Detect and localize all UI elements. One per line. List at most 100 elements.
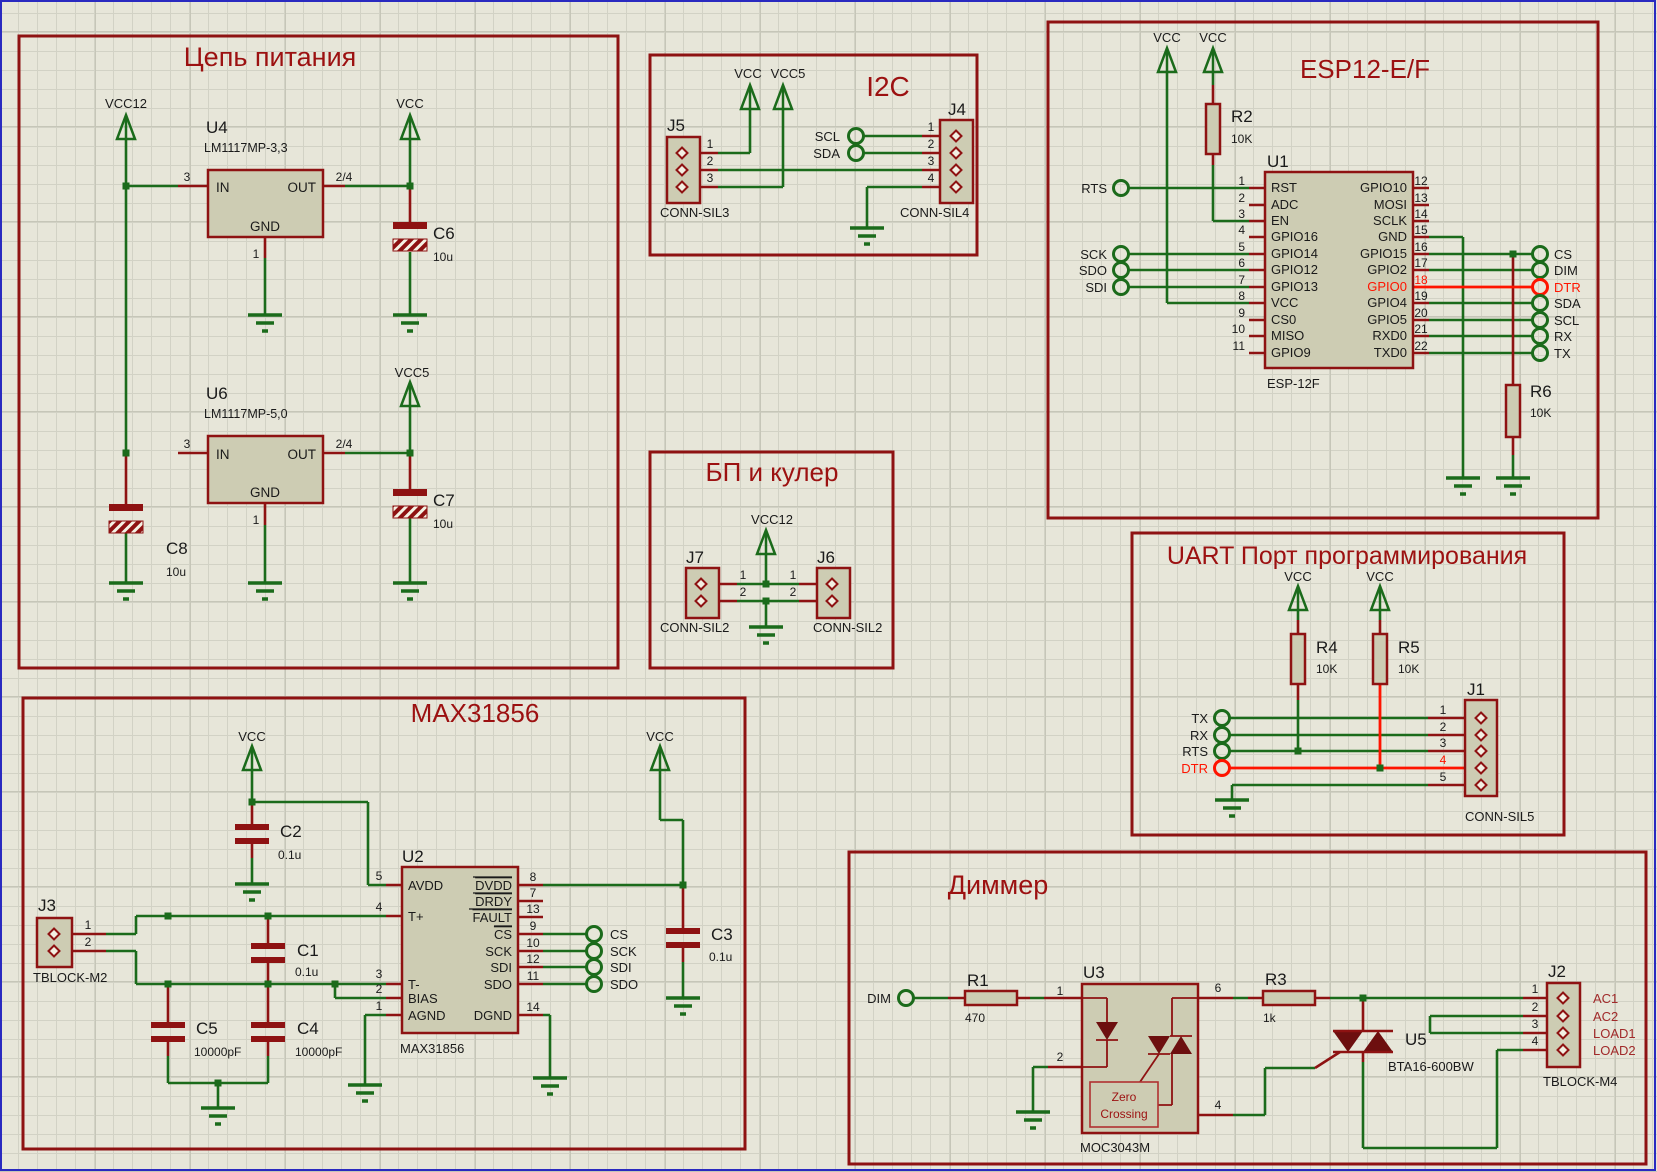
ground-icon[interactable] [391,581,429,601]
vcc-power-arrow-icon[interactable] [399,113,421,141]
ground-icon[interactable] [1494,476,1532,496]
r2-resistor[interactable] [1204,102,1222,156]
r1-resistor[interactable] [963,989,1019,1007]
power-u4-pin1: 1 [253,247,260,261]
junction [214,1079,222,1087]
vcc-power-arrow-icon[interactable] [1156,46,1178,74]
max31856-u2-avdd: AVDD [408,878,443,893]
ground-icon[interactable] [664,996,702,1016]
power-frame [17,34,620,670]
rts-terminal[interactable] [1112,179,1130,197]
i2c-j5-ref: J5 [667,116,685,135]
dtr-terminal[interactable] [1531,278,1549,296]
max31856-u2-bias: BIAS [408,991,438,1006]
cs-terminal[interactable] [1531,245,1549,263]
sdo-terminal[interactable] [585,975,603,993]
ground-icon[interactable] [747,625,785,645]
i2c-wires-green[interactable] [718,109,922,228]
sdi-terminal[interactable] [1112,278,1130,296]
j7-connector[interactable] [684,566,721,620]
esp-u1-miso: MISO [1271,328,1304,343]
c4-capacitor[interactable] [251,1022,285,1042]
vcc-power-arrow-icon[interactable] [241,744,263,772]
max-wires-green[interactable] [106,770,685,1108]
max-frame [21,696,747,1151]
vcc12-power-arrow-icon[interactable] [755,528,777,556]
esp-u1-pn6: 6 [1238,256,1245,270]
scl-terminal[interactable] [1531,311,1549,329]
c6-capacitor[interactable] [392,222,428,252]
dim-terminal[interactable] [1531,261,1549,279]
i2c-j5-pin2: 2 [707,154,714,168]
c8-capacitor[interactable] [108,504,144,534]
ground-icon[interactable] [107,581,145,601]
max31856-title: MAX31856 [411,698,540,728]
dtr-terminal[interactable] [1213,759,1231,777]
c1-capacitor[interactable] [251,943,285,963]
vcc12-power-arrow-icon[interactable] [115,113,137,141]
sdo-terminal[interactable] [1112,261,1130,279]
r5-resistor[interactable] [1371,632,1389,686]
max31856-c1-ref: C1 [297,941,319,960]
esp-block [1046,20,1600,520]
tx-terminal[interactable] [1213,709,1231,727]
r4-resistor[interactable] [1289,632,1307,686]
i2c-j4-pin1: 1 [928,120,935,134]
vcc5-power-arrow-icon[interactable] [772,83,794,111]
sda-terminal[interactable] [847,144,865,162]
cs-terminal[interactable] [585,925,603,943]
ground-icon[interactable] [246,313,284,333]
c3-capacitor[interactable] [666,928,700,948]
dimmer-u3-pn4: 4 [1215,1098,1222,1112]
ground-icon[interactable] [233,882,271,902]
ground-icon[interactable] [1014,1110,1052,1130]
uart-j1-ref: J1 [1467,680,1485,699]
tx-terminal[interactable] [1531,344,1549,362]
ground-icon[interactable] [848,226,886,246]
ground-icon[interactable] [1444,476,1482,496]
power-block [17,34,620,670]
dimmer-j2-pn2: 2 [1532,1000,1539,1014]
vcc-power-arrow-icon[interactable] [739,83,761,111]
rx-terminal[interactable] [1213,726,1231,744]
sck-terminal[interactable] [1112,245,1130,263]
vcc-power-arrow-icon[interactable] [649,744,671,772]
i2c-j5-pin1: 1 [707,137,714,151]
scl-terminal[interactable] [847,127,865,145]
dimmer-zc-line1: Zero [1112,1090,1137,1104]
vcc-power-arrow-icon[interactable] [1202,46,1224,74]
sda-terminal[interactable] [1531,294,1549,312]
max31856-u2-pn5: 5 [376,869,383,883]
uart-dtr-net[interactable] [1230,684,1465,770]
max-wires-red[interactable] [72,802,685,1056]
rx-terminal[interactable] [1531,327,1549,345]
sck-terminal[interactable] [585,942,603,960]
sdi-terminal[interactable] [585,958,603,976]
max31856-u2-ref: U2 [402,847,424,866]
vcc-power-arrow-icon[interactable] [1287,584,1309,612]
c2-capacitor[interactable] [235,824,269,844]
r6-resistor[interactable] [1504,383,1522,439]
u5-triac[interactable] [1333,1029,1393,1054]
dim-terminal[interactable] [897,989,915,1007]
c5-capacitor[interactable] [151,1022,185,1042]
esp-title: ESP12-E/F [1300,54,1430,84]
vcc-power-arrow-icon[interactable] [1369,584,1391,612]
vcc5-power-arrow-icon[interactable] [399,380,421,408]
max31856-vcc2-label: VCC [646,729,673,744]
j3-connector[interactable] [35,916,74,969]
dimmer-net-load2: LOAD2 [1593,1043,1636,1058]
r3-resistor[interactable] [1261,989,1317,1007]
j6-connector[interactable] [815,566,852,620]
max31856-c2-ref: C2 [280,822,302,841]
junction [762,597,770,605]
c7-capacitor[interactable] [392,489,428,519]
ground-icon[interactable] [346,1083,384,1103]
rts-terminal[interactable] [1213,742,1231,760]
ground-icon[interactable] [246,581,284,601]
ground-icon[interactable] [1213,798,1251,818]
esp-tx-label: TX [1554,346,1571,361]
ground-icon[interactable] [391,313,429,333]
ground-icon[interactable] [531,1076,569,1096]
ground-icon[interactable] [199,1106,237,1126]
